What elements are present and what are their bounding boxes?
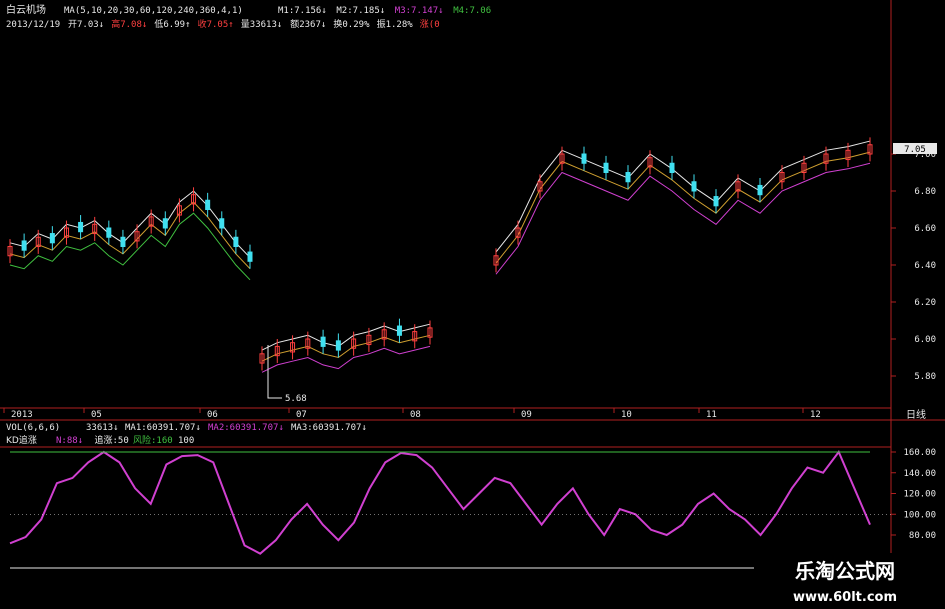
candle-body — [205, 199, 211, 210]
low-annotation: 5.68 — [285, 394, 307, 404]
candle-body — [49, 233, 55, 244]
kd-y-tick: 120.00 — [903, 490, 936, 500]
price-y-tick: 6.00 — [914, 335, 936, 345]
quote-item: 额2367↓ — [290, 18, 326, 30]
date-label: 06 — [207, 410, 218, 420]
ma-value-4: M4:7.06 — [453, 6, 491, 16]
volume-value: 33613↓ — [86, 423, 119, 433]
candle-body — [120, 236, 126, 247]
candle-body — [106, 227, 112, 238]
quote-item: 涨(0 — [420, 19, 440, 30]
ma-settings: MA(5,10,20,30,60,120,240,360,4,1) — [64, 6, 243, 16]
kd-value: 追涨:50 — [95, 434, 129, 446]
kd-n-line — [9, 450, 871, 555]
stock-chart: 白云机场 MA(5,10,20,30,60,120,240,360,4,1) M… — [0, 0, 945, 609]
price-y-tick: 6.20 — [914, 298, 936, 308]
ma-value-1: M1:7.156↓ — [278, 6, 327, 16]
candle-body — [78, 221, 84, 233]
date-label: 08 — [410, 410, 421, 420]
period-label: 日线 — [906, 408, 926, 421]
quote-item: 换0.29% — [333, 18, 370, 30]
date-label: 09 — [521, 410, 532, 420]
price-y-tick: 6.40 — [914, 261, 936, 271]
candle-body — [320, 336, 326, 347]
ma-line-yellow — [261, 334, 431, 362]
quote-row: 开7.03↓ 高7.08↓ 低6.99↑ 收7.05↑ 量33613↓ 额2367↓ 换0.… — [68, 18, 440, 30]
watermark-title: 乐淘公式网 — [795, 559, 895, 583]
candle-body — [233, 236, 239, 247]
volume-value: MA2:60391.707↓ — [208, 423, 284, 433]
date-axis-labels: 2013 05 06 07 08 09 10 11 12 — [3, 408, 821, 420]
candle-body — [247, 251, 253, 262]
ma-line-slow — [261, 345, 431, 373]
candle-body — [625, 172, 631, 183]
date-label: 07 — [296, 410, 307, 420]
date-label: 2013 — [11, 410, 33, 420]
candle-body — [581, 153, 587, 164]
kd-indicator-lines — [9, 450, 891, 569]
quote-item: 高7.08↓ — [111, 18, 147, 30]
quote-item: 振1.28% — [377, 18, 414, 30]
quote-date: 2013/12/19 — [6, 20, 60, 30]
price-y-axis: 7.006.806.606.406.206.005.80 — [891, 150, 936, 382]
candle-body — [219, 218, 225, 229]
kd-y-tick: 80.00 — [909, 531, 936, 541]
quote-item: 低6.99↑ — [154, 18, 190, 30]
ma-values-row: M1:7.156↓ M2:7.185↓ M3:7.147↓ M4:7.06 — [278, 6, 491, 16]
current-price-tag: 7.05 — [904, 145, 926, 155]
ma-line-yellow — [495, 151, 871, 264]
kd-y-axis: 160.00 140.00 120.00 100.00 80.00 — [891, 448, 936, 541]
price-y-tick: 6.80 — [914, 187, 936, 197]
date-label: 11 — [706, 410, 717, 420]
ma-line-white — [261, 323, 431, 351]
kd-title: KD追涨 — [6, 434, 37, 446]
price-ma-lines — [9, 140, 871, 373]
kd-y-tick: 140.00 — [903, 469, 936, 479]
candle-body — [713, 196, 719, 207]
candle-body — [396, 325, 402, 336]
date-label: 10 — [621, 410, 632, 420]
date-label: 12 — [810, 410, 821, 420]
volume-values-row: 33613↓ MA1:60391.707↓ MA2:60391.707↓ MA3:60… — [86, 423, 367, 433]
date-label: 05 — [91, 410, 102, 420]
candle-body — [757, 184, 763, 196]
watermark-url: www.60lt.com — [793, 590, 897, 605]
quote-item: 开7.03↓ — [68, 19, 104, 30]
kd-value: 100 — [178, 436, 194, 446]
kd-value: 风险:160 — [133, 434, 173, 446]
candle-body — [162, 218, 168, 229]
ma-value-3: M3:7.147↓ — [395, 6, 444, 16]
price-candles — [7, 137, 873, 371]
quote-item: 收7.05↑ — [198, 18, 234, 30]
ma-value-2: M2:7.185↓ — [336, 6, 385, 16]
kd-values-row: N:88↓ 追涨:50 风险:160 100 — [56, 434, 194, 446]
candle-body — [335, 340, 341, 351]
volume-value: MA1:60391.707↓ — [125, 423, 201, 433]
chart-frame — [0, 0, 945, 553]
candle-body — [669, 162, 675, 173]
stock-name: 白云机场 — [6, 3, 46, 16]
kd-y-tick: 100.00 — [903, 510, 936, 520]
candle-body — [691, 181, 697, 192]
volume-value: MA3:60391.707↓ — [291, 423, 367, 433]
volume-label: VOL(6,6,6) — [6, 423, 60, 433]
kd-value: N:88↓ — [56, 436, 83, 446]
price-y-tick: 5.80 — [914, 372, 936, 382]
ma-line-white — [495, 140, 871, 253]
quote-item: 量33613↓ — [241, 19, 283, 30]
ma-line-slow — [495, 162, 871, 275]
candle-body — [603, 162, 609, 173]
kd-y-tick: 160.00 — [903, 448, 936, 458]
candle-body — [21, 240, 27, 251]
price-y-tick: 6.60 — [914, 224, 936, 234]
